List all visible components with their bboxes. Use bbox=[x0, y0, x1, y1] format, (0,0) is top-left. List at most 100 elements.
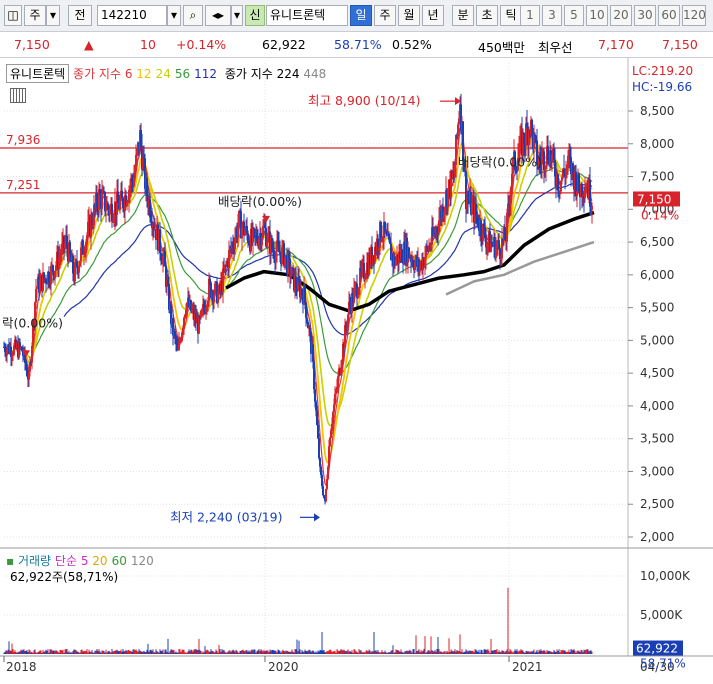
candle-body bbox=[388, 233, 390, 240]
low-label: 최저 2,240 (03/19) bbox=[170, 509, 283, 524]
interval-button-120[interactable]: 120 bbox=[682, 5, 706, 26]
grid-toggle-icon[interactable] bbox=[10, 88, 26, 103]
candle-body bbox=[52, 265, 54, 273]
legend-ma-label: 종가 지수 6 bbox=[73, 67, 133, 81]
period-tab-2[interactable]: 월 bbox=[398, 5, 420, 26]
price-axis-label: 2,500 bbox=[640, 497, 674, 511]
date-axis-label: 2018 bbox=[6, 660, 37, 674]
candle-body bbox=[238, 210, 240, 227]
volume-ma-period-120: 120 bbox=[130, 554, 154, 568]
code-value: 142210 bbox=[101, 8, 147, 22]
volume-ratio: 58.71% bbox=[334, 37, 382, 52]
candle-body bbox=[279, 252, 281, 255]
price-axis-label: 5,500 bbox=[640, 301, 674, 315]
legend-ma-period-24: 24 bbox=[155, 67, 171, 81]
volume-ma-period-20: 20 bbox=[92, 554, 108, 568]
trade-amount: 450백만 bbox=[478, 40, 525, 55]
chart-type-icon[interactable]: ◫ bbox=[4, 5, 22, 26]
interval-button-10[interactable]: 10 bbox=[586, 5, 608, 26]
candle-body bbox=[101, 193, 103, 209]
toolbar: ◫ 주 ▾ 전 142210 ▾ ⌕ ◂▸ ▾ 신 유니트론텍 일주월년분초틱 … bbox=[0, 0, 713, 32]
reference-line-label: 7,251 bbox=[6, 178, 40, 192]
price-axis-label: 3,500 bbox=[640, 432, 674, 446]
price-axis-label: 6,500 bbox=[640, 235, 674, 249]
candle-body bbox=[318, 438, 320, 459]
candle-body bbox=[312, 344, 314, 362]
search-icon[interactable]: ⌕ bbox=[183, 5, 203, 26]
volume-axis-label: 5,000K bbox=[640, 608, 683, 622]
price-axis-label: 2,000 bbox=[640, 530, 674, 544]
period-tab-4[interactable]: 분 bbox=[452, 5, 474, 26]
period-tab-6[interactable]: 틱 bbox=[500, 5, 522, 26]
period-tab-0[interactable]: 일 bbox=[350, 5, 372, 26]
hc-value: HC:-19.66 bbox=[632, 80, 693, 94]
price-legend: 유니트론텍 종가 지수 6 12 24 56 112 종가 지수 224 448 bbox=[6, 64, 326, 83]
market-select[interactable]: 주 bbox=[24, 5, 46, 26]
candle-body bbox=[591, 206, 593, 210]
period-tab-1[interactable]: 주 bbox=[374, 5, 396, 26]
candle-body bbox=[322, 486, 324, 496]
mode-tag[interactable]: 신 bbox=[245, 5, 265, 26]
interval-button-5[interactable]: 5 bbox=[564, 5, 584, 26]
candle-body bbox=[39, 279, 41, 293]
turnover-percent: 0.52% bbox=[392, 37, 432, 52]
lc-value: LC:219.20 bbox=[632, 64, 694, 78]
candle-body bbox=[476, 214, 478, 218]
change-value: 10 bbox=[140, 37, 156, 52]
candle-body bbox=[328, 446, 330, 467]
date-axis-label: 2021 bbox=[512, 660, 543, 674]
interval-button-3[interactable]: 3 bbox=[542, 5, 562, 26]
volume-ma-label: 단순 5 bbox=[54, 554, 89, 568]
code-input[interactable]: 142210 bbox=[97, 5, 167, 26]
candle-body bbox=[325, 488, 327, 502]
price-axis-label: 4,500 bbox=[640, 366, 674, 380]
price-axis-label: 6,000 bbox=[640, 268, 674, 282]
period-tab-5[interactable]: 초 bbox=[476, 5, 498, 26]
current-price-pct: 0.14% bbox=[641, 208, 679, 222]
legend-ma-periods: 12 24 56 112 bbox=[136, 67, 221, 81]
legend-stock-name[interactable]: 유니트론텍 bbox=[6, 64, 70, 83]
candle-body bbox=[498, 240, 500, 249]
date-axis-label: 2020 bbox=[268, 660, 299, 674]
candle-body bbox=[159, 229, 161, 253]
code-dropdown-icon[interactable]: ▾ bbox=[167, 5, 181, 26]
current-price-tag-text: 7,150 bbox=[637, 192, 671, 206]
volume-axis-label: 10,000K bbox=[640, 569, 691, 583]
period-tab-3[interactable]: 년 bbox=[422, 5, 444, 26]
price-axis-label: 3,000 bbox=[640, 464, 674, 478]
volume-current: 62,922주(58,71%) bbox=[10, 570, 119, 584]
candle-body bbox=[262, 225, 264, 238]
speaker-icon[interactable]: ◂▸ bbox=[205, 5, 231, 26]
stock-name-text: 유니트론텍 bbox=[270, 8, 326, 22]
chart-area[interactable]: 7,936 7,251 8,500 8,000 7,500 7,000 6,500 6,00… bbox=[0, 58, 713, 681]
interval-button-30[interactable]: 30 bbox=[634, 5, 656, 26]
reference-line-label: 7,936 bbox=[6, 133, 40, 147]
market-label: 주 bbox=[29, 8, 41, 22]
best-bid-price: 7,150 bbox=[662, 37, 698, 52]
best-ask-label: 최우선 bbox=[538, 40, 573, 55]
mode-button[interactable]: 전 bbox=[68, 5, 92, 26]
change-percent: +0.14% bbox=[176, 37, 227, 52]
interval-button-20[interactable]: 20 bbox=[610, 5, 632, 26]
legend-ma-period-56: 56 bbox=[174, 67, 191, 81]
price-axis-label: 7,500 bbox=[640, 170, 674, 184]
volume-tag-text: 62,922 bbox=[636, 642, 678, 656]
price-axis-label: 8,500 bbox=[640, 104, 674, 118]
market-dropdown-icon[interactable]: ▾ bbox=[46, 5, 60, 26]
best-ask-price: 7,170 bbox=[598, 37, 634, 52]
volume-ma-periods: 20 60 120 bbox=[92, 554, 157, 568]
candle-body bbox=[326, 479, 328, 489]
candle-body bbox=[267, 232, 269, 243]
volume-title: 거래량 bbox=[17, 554, 52, 568]
interval-button-60[interactable]: 60 bbox=[658, 5, 680, 26]
candle-body bbox=[314, 389, 316, 402]
mode-tag-label: 신 bbox=[249, 8, 261, 22]
speaker-dropdown-icon[interactable]: ▾ bbox=[231, 5, 243, 26]
price-axis-label: 8,000 bbox=[640, 137, 674, 151]
interval-button-1[interactable]: 1 bbox=[520, 5, 540, 26]
volume-tag-pct: 58,71% bbox=[640, 657, 686, 671]
legend-ma-period-12: 12 bbox=[136, 67, 152, 81]
volume-value: 62,922 bbox=[262, 37, 306, 52]
price-chart[interactable]: 7,9367,251 8,5008,0007,5007,0006,5006,00… bbox=[0, 58, 713, 681]
volume-ma-period-60: 60 bbox=[111, 554, 127, 568]
